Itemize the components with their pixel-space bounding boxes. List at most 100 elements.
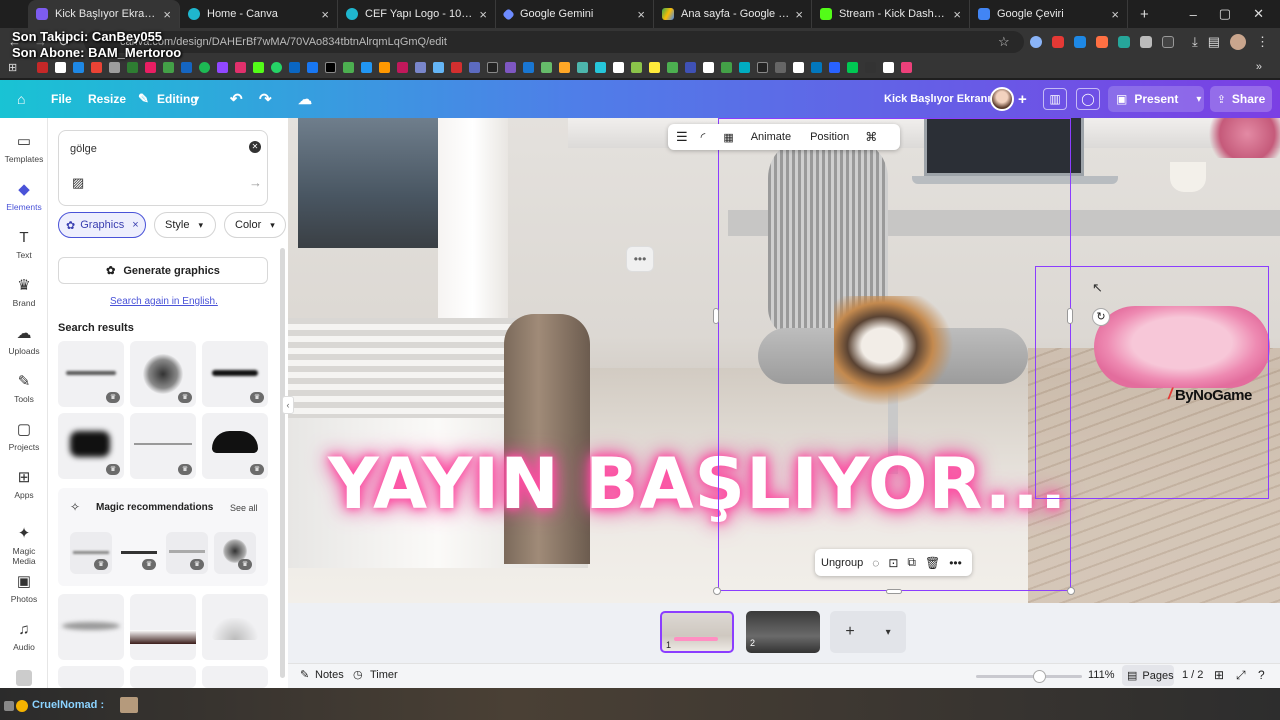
present-button[interactable]: ▣ Present ▾ (1108, 86, 1204, 112)
search-input[interactable]: gölge (70, 143, 97, 155)
copy-style-icon[interactable]: ⌘ (865, 130, 877, 144)
graphic-result[interactable] (130, 666, 196, 688)
bookmark-icon[interactable] (361, 61, 373, 73)
collaborator-avatar[interactable] (990, 87, 1014, 111)
search-again-link[interactable]: Search again in English. (110, 296, 218, 307)
bookmark-icon[interactable] (379, 61, 391, 73)
bookmark-icon[interactable] (469, 61, 481, 73)
cloud-saved-icon[interactable]: ☁ (298, 80, 312, 118)
bookmark-icon[interactable] (91, 61, 103, 73)
resize-button[interactable]: Resize (88, 80, 126, 118)
analytics-icon[interactable]: ▥ (1043, 88, 1067, 110)
rail-projects[interactable]: ▢ Projects (0, 422, 48, 453)
graphic-result[interactable] (130, 594, 196, 660)
rail-templates[interactable]: ▭ Templates (0, 134, 48, 165)
bookmark-icon[interactable] (181, 61, 193, 73)
bookmark-icon[interactable] (883, 61, 895, 73)
chevron-down-icon[interactable]: ▾ (1196, 94, 1201, 105)
fullscreen-icon[interactable]: ⤢ (1236, 668, 1246, 683)
bookmark-icon[interactable] (289, 61, 301, 73)
delete-icon[interactable]: 🗑 (925, 556, 940, 570)
design-canvas[interactable]: / ByNoGame YAYIN BAŞLIYOR... ↻ ••• ↖ ☰ ◜… (288, 118, 1280, 603)
browser-tab[interactable]: Kick Başlıyor Ekranı - Presentati × (28, 0, 180, 28)
download-icon[interactable]: ⤓ (1192, 34, 1198, 50)
graphic-result[interactable] (202, 594, 268, 660)
see-all-link[interactable]: See all (230, 503, 258, 513)
add-page-button[interactable]: + ▾ (830, 611, 906, 653)
bookmark-star-icon[interactable]: ☆ (998, 34, 1010, 50)
graphic-result[interactable]: ♛ (202, 341, 268, 407)
browser-tab[interactable]: Stream - Kick Dashboard × (812, 0, 970, 28)
arrow-right-icon[interactable]: → (249, 175, 262, 190)
bookmark-icon[interactable] (109, 61, 121, 73)
undo-icon[interactable]: ↶ (230, 80, 243, 118)
home-icon[interactable]: ⌂ (17, 80, 25, 118)
graphic-result[interactable]: ♛ (58, 413, 124, 479)
filter-graphics-chip[interactable]: ✿ Graphics × (58, 212, 146, 238)
profile-avatar[interactable] (1230, 34, 1247, 50)
bookmark-icon[interactable] (433, 61, 445, 73)
graphic-result[interactable]: ♛ (202, 413, 268, 479)
chevron-down-icon[interactable]: ▾ (194, 80, 199, 118)
bookmark-icon[interactable] (793, 61, 805, 73)
resize-handle-corner[interactable] (1067, 587, 1075, 595)
share-button[interactable]: ⇪ Share (1210, 86, 1272, 112)
rail-magic-media[interactable]: ✦ Magic Media (0, 526, 48, 567)
rail-tools[interactable]: ✎ Tools (0, 374, 48, 405)
bookmark-icon[interactable] (523, 61, 535, 73)
resize-handle-bottom[interactable] (886, 589, 902, 594)
bookmark-icon[interactable] (649, 61, 661, 73)
extension-icon[interactable] (1096, 36, 1108, 48)
browser-tab[interactable]: CEF Yapı Logo - 1000 × 1000px × (338, 0, 496, 28)
collapse-panel-icon[interactable]: ‹ (282, 396, 294, 414)
bookmark-icon[interactable] (163, 61, 175, 73)
comment-icon[interactable]: ◯ (1076, 88, 1100, 110)
magic-result[interactable]: ♛ (118, 532, 160, 574)
notes-button[interactable]: Notes (315, 669, 344, 681)
bookmark-icon[interactable] (577, 61, 589, 73)
bookmark-icon[interactable] (325, 61, 337, 73)
bookmark-icon[interactable] (55, 61, 67, 73)
position-button[interactable]: Position (810, 131, 849, 143)
bookmark-icon[interactable] (217, 61, 229, 73)
bookmark-icon[interactable] (145, 61, 157, 73)
bookmark-icon[interactable] (703, 61, 715, 73)
grid-view-icon[interactable]: ⊞ (1214, 668, 1224, 682)
resize-handle-right[interactable] (1067, 308, 1073, 324)
sidebar-icon[interactable] (1162, 36, 1174, 48)
rail-elements[interactable]: ◆ Elements (0, 182, 48, 213)
rail-uploads[interactable]: ☁ Uploads (0, 326, 48, 357)
clear-search-icon[interactable]: ✕ (249, 141, 261, 153)
bookmark-icon[interactable] (739, 61, 751, 73)
extension-icon[interactable] (1118, 36, 1130, 48)
rail-audio[interactable]: ♫ Audio (0, 622, 48, 653)
graphic-result[interactable] (58, 594, 124, 660)
magic-result[interactable]: ♛ (166, 532, 208, 574)
bookmark-icon[interactable] (127, 61, 139, 73)
close-icon[interactable]: × (479, 7, 487, 22)
close-window-icon[interactable]: ✕ (1253, 6, 1264, 22)
close-icon[interactable]: × (795, 7, 803, 22)
redo-icon[interactable]: ↷ (259, 80, 272, 118)
ungroup-button[interactable]: Ungroup (821, 557, 863, 569)
generate-graphics-button[interactable]: ✿ Generate graphics (58, 257, 268, 284)
bookmark-icon[interactable] (199, 61, 211, 73)
bookmark-icon[interactable] (73, 61, 85, 73)
image-search-icon[interactable]: ▨ (72, 175, 84, 191)
more-options-icon[interactable]: ••• (626, 246, 654, 272)
resize-handle-left[interactable] (713, 308, 719, 324)
page-thumbnail-1[interactable]: 1 (660, 611, 734, 653)
browser-tab[interactable]: Google Çeviri × (970, 0, 1128, 28)
bookmark-icon[interactable] (253, 61, 265, 73)
bookmark-icon[interactable] (37, 61, 49, 73)
rotate-handle-icon[interactable]: ↻ (1092, 308, 1110, 326)
resize-handle-corner[interactable] (713, 587, 721, 595)
transparency-icon[interactable]: ▦ (723, 131, 733, 144)
close-icon[interactable]: × (321, 7, 329, 22)
more-dots-icon[interactable]: ••• (949, 556, 962, 570)
bookmark-icon[interactable] (613, 61, 625, 73)
filter-color-dropdown[interactable]: Color ▾ (224, 212, 286, 238)
bookmark-icon[interactable] (667, 61, 679, 73)
bookmark-icon[interactable] (811, 61, 823, 73)
rail-brand[interactable]: ♛ Brand (0, 278, 48, 309)
